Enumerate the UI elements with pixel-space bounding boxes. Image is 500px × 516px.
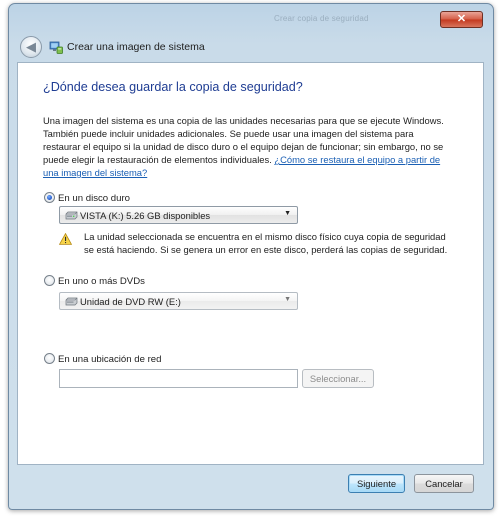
hard-disk-dropdown[interactable]: VISTA (K:) 5.26 GB disponibles ▼ [59,206,298,224]
next-button[interactable]: Siguiente [348,474,405,493]
radio-button-network[interactable] [44,353,55,364]
warning-icon [59,233,72,245]
radio-label-network: En una ubicación de red [58,354,162,365]
dvd-dropdown[interactable]: Unidad de DVD RW (E:) ▼ [59,292,298,310]
radio-button-dvd[interactable] [44,275,55,286]
dvd-dropdown-value: Unidad de DVD RW (E:) [80,296,181,307]
dvd-drive-icon [65,297,78,306]
radio-button-hard-disk[interactable] [44,192,55,203]
radio-dvd[interactable]: En uno o más DVDs [44,275,145,287]
chevron-down-icon: ▼ [284,210,291,217]
back-arrow-icon: ◀ [26,39,36,54]
radio-label-dvd: En uno o más DVDs [58,276,145,287]
wizard-title: Crear una imagen de sistema [67,41,205,53]
warning-text: La unidad seleccionada se encuentra en e… [84,231,448,255]
radio-label-hard-disk: En un disco duro [58,193,130,204]
select-network-button[interactable]: Seleccionar... [302,369,374,388]
close-icon: ✕ [456,13,467,25]
navigation-bar: ◀ Crear una imagen de sistema [16,36,486,60]
network-location-input[interactable] [59,369,298,388]
close-button[interactable]: ✕ [440,11,483,28]
radio-network[interactable]: En una ubicación de red [44,353,161,365]
backup-wizard-icon [49,41,63,54]
description-text: Una imagen del sistema es una copia de l… [43,114,453,179]
back-button[interactable]: ◀ [20,36,42,58]
cancel-button[interactable]: Cancelar [414,474,474,493]
radio-hard-disk[interactable]: En un disco duro [44,192,130,204]
page-heading: ¿Dónde desea guardar la copia de segurid… [43,80,303,94]
chevron-down-icon: ▼ [284,296,291,303]
window-title: Crear copia de seguridad [274,14,369,23]
hard-disk-dropdown-value: VISTA (K:) 5.26 GB disponibles [80,210,211,221]
content-panel: ¿Dónde desea guardar la copia de segurid… [17,62,484,465]
hard-drive-icon [65,211,78,220]
